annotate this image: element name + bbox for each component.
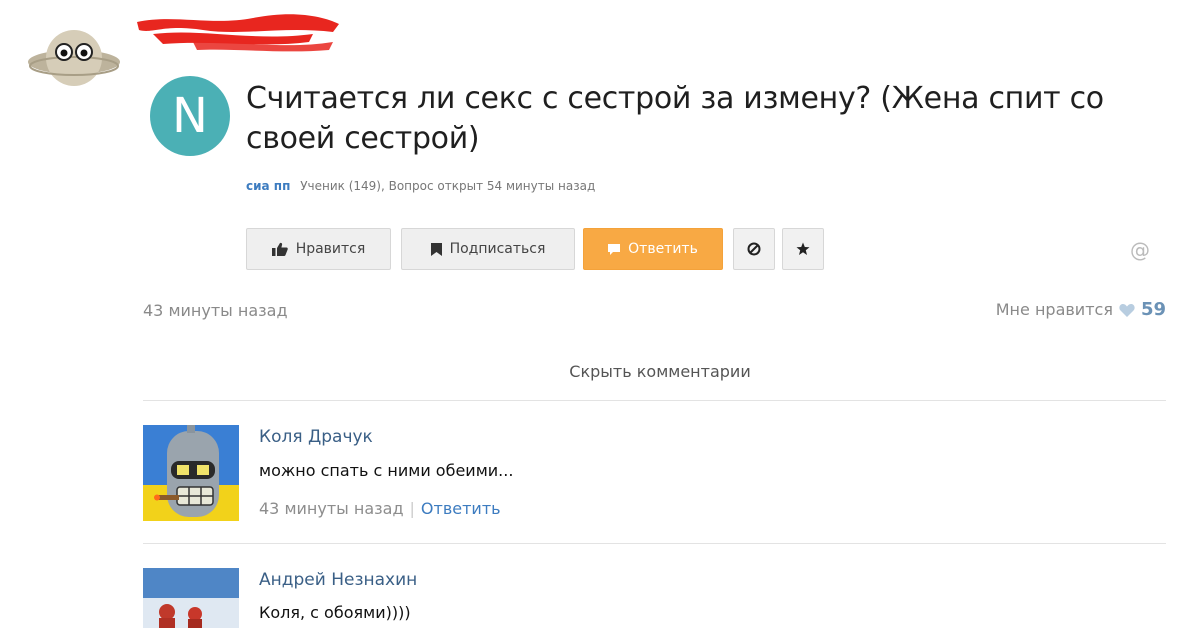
post-timestamp: 43 минуты назад	[143, 301, 288, 320]
question-title[interactable]: Считается ли секс с сестрой за измену? (…	[246, 79, 1186, 159]
comment-reply-link[interactable]: Ответить	[421, 499, 501, 518]
question-author-link[interactable]: сиа пп	[246, 179, 290, 193]
block-button[interactable]	[733, 228, 775, 270]
comment-icon	[608, 243, 621, 255]
comment-avatar[interactable]	[143, 425, 239, 521]
question-meta-text: Ученик (149), Вопрос открыт 54 минуты на…	[300, 179, 596, 193]
comment-author[interactable]: Коля Драчук	[259, 427, 373, 447]
poster-avatar[interactable]	[26, 16, 122, 96]
thumbs-up-icon	[271, 242, 288, 256]
reply-button-label: Ответить	[628, 241, 698, 257]
heart-icon	[1119, 303, 1135, 317]
likes-count: 59	[1140, 299, 1166, 320]
comment-timestamp: 43 минуты назад	[259, 499, 404, 518]
divider	[143, 400, 1166, 401]
question-meta: сиа пп Ученик (149), Вопрос открыт 54 ми…	[246, 179, 595, 193]
at-icon[interactable]: @	[1130, 238, 1150, 262]
like-button[interactable]: Нравится	[246, 228, 391, 270]
divider	[143, 543, 1166, 544]
comment-meta: 43 минуты назад | Ответить	[259, 499, 501, 518]
bookmark-icon	[430, 242, 442, 256]
favorite-button[interactable]	[782, 228, 824, 270]
hide-comments-link[interactable]: Скрыть комментарии	[0, 362, 1200, 381]
post-likes[interactable]: Мне нравится 59	[996, 299, 1166, 320]
comment-author[interactable]: Андрей Незнахин	[259, 570, 417, 590]
star-icon	[796, 242, 810, 255]
likes-label: Мне нравится	[995, 300, 1113, 319]
like-button-label: Нравится	[295, 241, 366, 257]
meta-separator: |	[409, 499, 415, 518]
block-icon	[747, 242, 761, 256]
subscribe-button-label: Подписаться	[449, 241, 546, 257]
censor-scribble	[137, 14, 339, 52]
reply-button[interactable]: Ответить	[583, 228, 723, 270]
comment-text: Коля, с обоями))))	[259, 603, 411, 622]
comment-avatar[interactable]	[143, 568, 239, 628]
subscribe-button[interactable]: Подписаться	[401, 228, 575, 270]
question-author-avatar[interactable]: N	[150, 76, 230, 156]
page: N Считается ли секс с сестрой за измену?…	[0, 0, 1200, 628]
comment-text: можно спать с ними обеими...	[259, 461, 514, 480]
